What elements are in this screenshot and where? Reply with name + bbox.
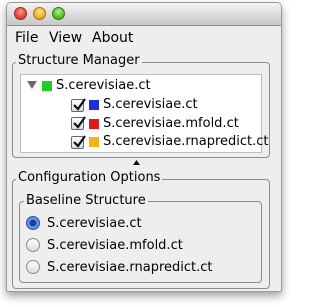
menu-bar: File View About bbox=[7, 26, 281, 48]
root-color-swatch bbox=[42, 81, 52, 91]
title-bar[interactable] bbox=[7, 3, 281, 26]
checkmark-icon bbox=[73, 98, 86, 111]
structure-color-swatch bbox=[89, 137, 99, 147]
checkmark-icon bbox=[73, 116, 86, 129]
menu-file[interactable]: File bbox=[15, 30, 38, 46]
baseline-structure-title: Baseline Structure bbox=[24, 193, 148, 208]
close-window-button[interactable] bbox=[14, 7, 27, 20]
structure-manager-title: Structure Manager bbox=[16, 53, 142, 68]
expanded-triangle-icon[interactable] bbox=[27, 81, 37, 90]
app-window: File View About Structure Manager S.cere… bbox=[6, 2, 282, 292]
structure-checkbox[interactable] bbox=[71, 98, 86, 112]
tree-child-label[interactable]: S.cerevisiae.mfold.ct bbox=[103, 116, 239, 131]
configuration-options-title: Configuration Options bbox=[16, 170, 163, 185]
menu-about[interactable]: About bbox=[92, 30, 133, 46]
structure-tree[interactable]: S.cerevisiae.ct S.cerevisiae.ct S.cerevi… bbox=[20, 74, 269, 153]
tree-child-label[interactable]: S.cerevisiae.rnapredict.ct bbox=[103, 134, 269, 149]
baseline-radio[interactable] bbox=[26, 216, 40, 230]
tree-child-label[interactable]: S.cerevisiae.ct bbox=[103, 97, 198, 112]
structure-color-swatch bbox=[89, 119, 99, 129]
zoom-window-button[interactable] bbox=[52, 7, 65, 20]
baseline-option-label[interactable]: S.cerevisiae.mfold.ct bbox=[47, 238, 183, 253]
menu-view[interactable]: View bbox=[49, 30, 82, 46]
baseline-radio[interactable] bbox=[26, 238, 40, 252]
tree-root-label[interactable]: S.cerevisiae.ct bbox=[56, 78, 151, 93]
structure-checkbox[interactable] bbox=[71, 116, 86, 130]
baseline-option-label[interactable]: S.cerevisiae.ct bbox=[47, 216, 142, 231]
structure-color-swatch bbox=[89, 100, 99, 110]
minimize-window-button[interactable] bbox=[33, 7, 46, 20]
structure-checkbox[interactable] bbox=[71, 135, 86, 149]
checkmark-icon bbox=[73, 135, 86, 148]
collapse-up-arrow-icon[interactable] bbox=[133, 160, 140, 165]
baseline-radio[interactable] bbox=[26, 260, 40, 274]
split-pane-divider[interactable] bbox=[7, 159, 281, 168]
baseline-option-label[interactable]: S.cerevisiae.rnapredict.ct bbox=[47, 260, 213, 275]
